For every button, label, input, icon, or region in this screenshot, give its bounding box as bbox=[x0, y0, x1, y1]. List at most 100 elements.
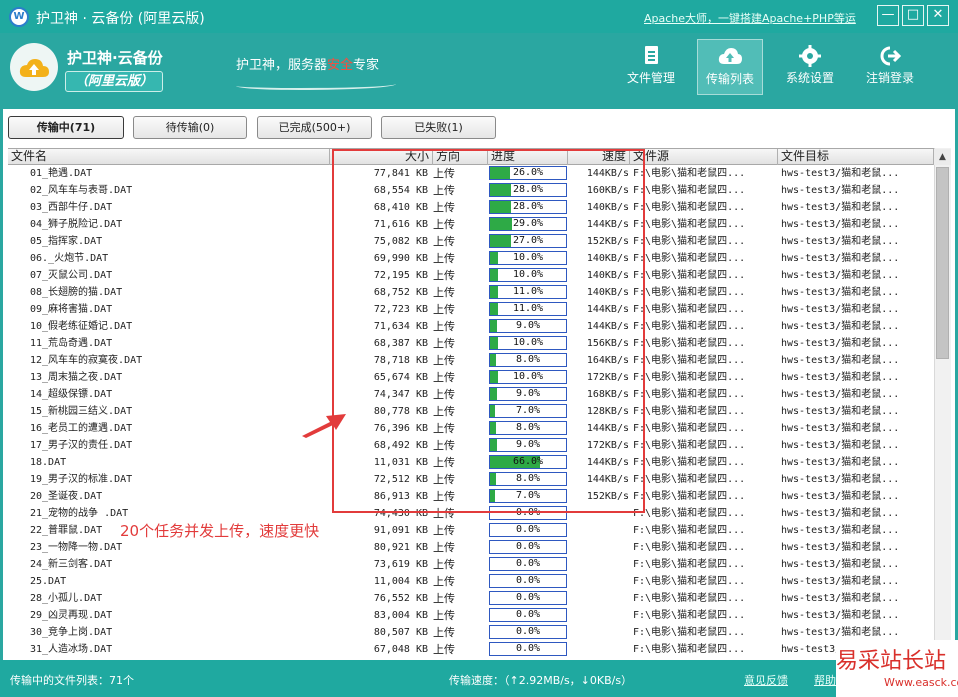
table-row[interactable]: 31_人造冰场.DAT 67,048 KB 上传 0.0% F:\电影\猫和老鼠四...… bbox=[8, 641, 934, 658]
progress-bar: 0.0% bbox=[489, 540, 567, 554]
direction-cell: 上传 bbox=[433, 575, 455, 588]
speed-cell bbox=[571, 607, 629, 624]
target-cell: hws-test3/猫和老鼠... bbox=[781, 355, 900, 366]
source-cell: F:\电影\猫和老鼠四... bbox=[633, 542, 746, 553]
maximize-button[interactable]: □ bbox=[902, 5, 924, 26]
help-link[interactable]: 帮助 bbox=[814, 672, 836, 688]
target-cell: hws-test3/猫和老鼠... bbox=[781, 168, 900, 179]
target-cell: hws-test3/猫和老鼠... bbox=[781, 423, 900, 434]
source-cell: F:\电影\猫和老鼠四... bbox=[633, 168, 746, 179]
target-cell: hws-test3/猫和老鼠... bbox=[781, 270, 900, 281]
table-row[interactable]: 24_新三剑客.DAT 73,619 KB 上传 0.0% F:\电影\猫和老鼠四...… bbox=[8, 556, 934, 573]
progress-bar: 0.0% bbox=[489, 574, 567, 588]
progress-bar: 0.0% bbox=[489, 625, 567, 639]
progress-bar: 0.0% bbox=[489, 557, 567, 571]
progress-text: 0.0% bbox=[515, 626, 541, 637]
target-cell: hws-test3/猫和老鼠... bbox=[781, 304, 900, 315]
logout-icon bbox=[880, 46, 902, 66]
minimize-button[interactable]: — bbox=[877, 5, 899, 26]
scroll-up-arrow-icon[interactable]: ▲ bbox=[934, 149, 951, 165]
nav-label: 系统设置 bbox=[785, 71, 834, 85]
file-size-cell: 80,921 KB bbox=[373, 542, 428, 553]
file-name-cell: 20_圣诞夜.DAT bbox=[30, 491, 103, 502]
target-cell: hws-test3/猫和老鼠... bbox=[781, 627, 900, 638]
speed-cell bbox=[571, 641, 629, 658]
app-shield-icon: W bbox=[9, 7, 29, 27]
tab-transferring[interactable]: 传输中(71) bbox=[8, 116, 124, 139]
target-cell: hws-test3/猫和老鼠... bbox=[781, 219, 900, 230]
speed-cell bbox=[571, 624, 629, 641]
column-header-target[interactable]: 文件目标 bbox=[778, 149, 934, 165]
file-name-cell: 08_长翅膀的猫.DAT bbox=[30, 287, 123, 298]
progress-text: 0.0% bbox=[515, 592, 541, 603]
table-row[interactable]: 23_一物降一物.DAT 80,921 KB 上传 0.0% F:\电影\猫和老鼠四..… bbox=[8, 539, 934, 556]
source-cell: F:\电影\猫和老鼠四... bbox=[633, 202, 746, 213]
tab-pending[interactable]: 待传输(0) bbox=[133, 116, 247, 139]
apache-promo-link[interactable]: Apache大师，一键搭建Apache+PHP等运 bbox=[644, 10, 856, 26]
tab-completed[interactable]: 已完成(500+) bbox=[257, 116, 372, 139]
target-cell: hws-test3/猫和老鼠... bbox=[781, 389, 900, 400]
slogan-prefix: 护卫神，服务器 bbox=[236, 58, 328, 73]
table-row[interactable]: 29_凶灵再现.DAT 83,004 KB 上传 0.0% F:\电影\猫和老鼠四...… bbox=[8, 607, 934, 624]
target-cell: hws-test3/猫和老鼠... bbox=[781, 440, 900, 451]
target-cell: hws-test3/猫和老鼠... bbox=[781, 338, 900, 349]
file-name-cell: 07_灭鼠公司.DAT bbox=[30, 270, 113, 281]
slogan-suffix: 专家 bbox=[353, 58, 380, 73]
file-name-cell: 24_新三剑客.DAT bbox=[30, 559, 113, 570]
status-transfer-speed: 传输速度：（↑2.92MB/s，↓0KB/s） bbox=[449, 674, 633, 687]
table-row[interactable]: 25.DAT 11,004 KB 上传 0.0% F:\电影\猫和老鼠四... hws-t… bbox=[8, 573, 934, 590]
source-cell: F:\电影\猫和老鼠四... bbox=[633, 338, 746, 349]
target-cell: hws-test3/猫和老鼠... bbox=[781, 202, 900, 213]
progress-text: 0.0% bbox=[515, 643, 541, 654]
target-cell: hws-test3/猫和老鼠... bbox=[781, 559, 900, 570]
target-cell: hws-test3/猫和老鼠... bbox=[781, 474, 900, 485]
file-size-cell: 80,507 KB bbox=[373, 627, 428, 638]
nav-file-management[interactable]: 文件管理 bbox=[618, 39, 684, 95]
scrollbar-thumb[interactable] bbox=[936, 167, 949, 359]
file-size-cell: 83,004 KB bbox=[373, 610, 428, 621]
direction-cell: 上传 bbox=[433, 541, 455, 554]
target-cell: hws-test3/猫和老鼠... bbox=[781, 236, 900, 247]
tab-failed[interactable]: 已失败(1) bbox=[381, 116, 496, 139]
progress-bar: 0.0% bbox=[489, 608, 567, 622]
source-cell: F:\电影\猫和老鼠四... bbox=[633, 474, 746, 485]
file-size-cell: 67,048 KB bbox=[373, 644, 428, 655]
file-size-cell: 11,004 KB bbox=[373, 576, 428, 587]
file-name-cell: 15_新桃园三结义.DAT bbox=[30, 406, 133, 417]
direction-cell: 上传 bbox=[433, 524, 455, 537]
table-row[interactable]: 28_小孤儿.DAT 76,552 KB 上传 0.0% F:\电影\猫和老鼠四... h… bbox=[8, 590, 934, 607]
brand-edition: （阿里云版） bbox=[65, 71, 163, 92]
annotation-text: 20个任务并发上传，速度更快 bbox=[120, 522, 320, 540]
cloud-upload-icon bbox=[718, 48, 742, 64]
column-header-name[interactable]: 文件名 bbox=[8, 149, 330, 165]
progress-text: 0.0% bbox=[515, 524, 541, 535]
file-name-cell: 13_周末猫之夜.DAT bbox=[30, 372, 123, 383]
target-cell: hws-test3/猫和老鼠... bbox=[781, 491, 900, 502]
source-cell: F:\电影\猫和老鼠四... bbox=[633, 423, 746, 434]
feedback-link[interactable]: 意见反馈 bbox=[744, 672, 788, 688]
source-cell: F:\电影\猫和老鼠四... bbox=[633, 491, 746, 502]
watermark-text: 易采站长站 bbox=[836, 649, 947, 674]
target-cell: hws-test3/猫和老鼠... bbox=[781, 610, 900, 621]
close-button[interactable]: ✕ bbox=[927, 5, 949, 26]
nav-logout[interactable]: 注销登录 bbox=[857, 39, 923, 95]
target-cell: hws-test3/猫和老鼠... bbox=[781, 525, 900, 536]
column-header-source[interactable]: 文件源 bbox=[630, 149, 778, 165]
nav-transfer-list[interactable]: 传输列表 bbox=[697, 39, 763, 95]
file-name-cell: 19_男子汉的标准.DAT bbox=[30, 474, 133, 485]
direction-cell: 上传 bbox=[433, 592, 455, 605]
target-cell: hws-test3/猫和老鼠... bbox=[781, 253, 900, 264]
progress-bar: 0.0% bbox=[489, 642, 567, 656]
nav-system-settings[interactable]: 系统设置 bbox=[777, 39, 843, 95]
source-cell: F:\电影\猫和老鼠四... bbox=[633, 270, 746, 281]
source-cell: F:\电影\猫和老鼠四... bbox=[633, 372, 746, 383]
speed-cell bbox=[571, 522, 629, 539]
source-cell: F:\电影\猫和老鼠四... bbox=[633, 644, 746, 655]
file-name-cell: 03_西部牛仔.DAT bbox=[30, 202, 113, 213]
direction-cell: 上传 bbox=[433, 626, 455, 639]
annotation-arrow-icon bbox=[302, 414, 346, 438]
table-row[interactable]: 30_竞争上岗.DAT 80,507 KB 上传 0.0% F:\电影\猫和老鼠四...… bbox=[8, 624, 934, 641]
annotation-highlight-box bbox=[332, 149, 645, 513]
file-name-cell: 05_指挥家.DAT bbox=[30, 236, 103, 247]
file-icon bbox=[645, 46, 658, 64]
